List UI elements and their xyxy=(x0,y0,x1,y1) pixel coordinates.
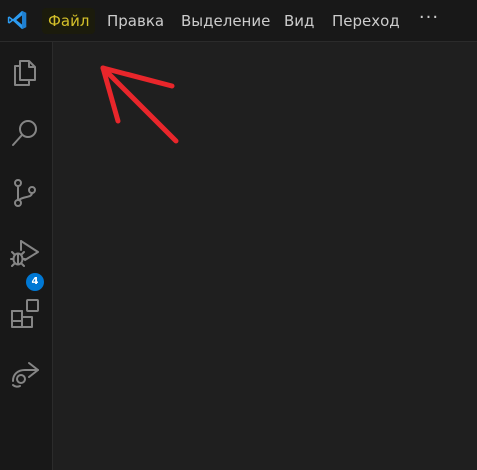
source-control-icon xyxy=(14,179,36,207)
run-and-debug-icon xyxy=(10,240,39,267)
title-bar: Файл Правка Выделение Вид Переход ··· xyxy=(0,0,477,42)
menu-view[interactable]: Вид xyxy=(278,8,320,34)
vscode-window: Файл Правка Выделение Вид Переход ··· 4 xyxy=(0,0,477,470)
activity-run-debug[interactable] xyxy=(0,228,52,276)
editor-area xyxy=(53,42,477,470)
activity-remote[interactable] xyxy=(0,348,52,396)
activity-search[interactable] xyxy=(0,108,52,156)
menu-go[interactable]: Переход xyxy=(326,8,406,34)
menu-selection[interactable]: Выделение xyxy=(175,8,276,34)
menu-edit[interactable]: Правка xyxy=(101,8,170,34)
extensions-badge: 4 xyxy=(26,273,44,291)
extensions-icon xyxy=(11,299,39,328)
activity-extensions[interactable] xyxy=(0,288,52,336)
activity-bar xyxy=(0,42,53,470)
menu-file[interactable]: Файл xyxy=(42,8,96,34)
more-menu-button[interactable]: ··· xyxy=(413,8,445,34)
activity-source-control[interactable] xyxy=(0,168,52,216)
activity-explorer[interactable] xyxy=(0,48,52,96)
vscode-logo-icon[interactable] xyxy=(6,9,28,31)
explorer-files-icon xyxy=(14,60,36,86)
search-icon xyxy=(12,120,37,146)
remote-share-icon xyxy=(12,362,39,388)
